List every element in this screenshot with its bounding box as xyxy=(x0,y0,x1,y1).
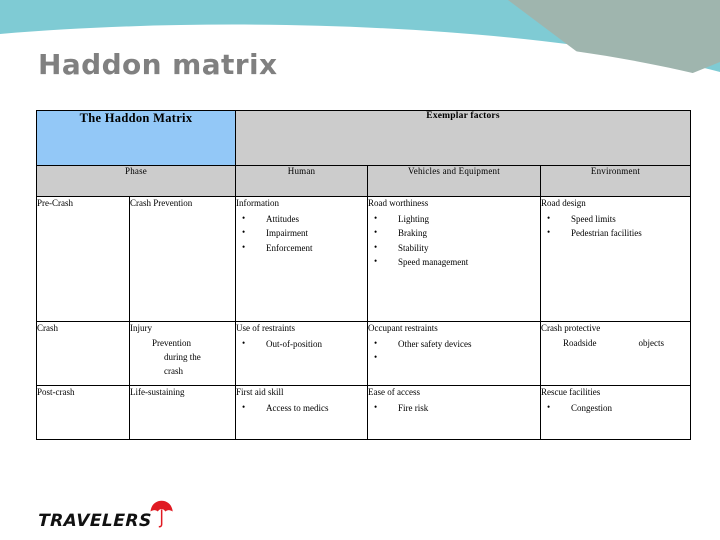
cell-heading: Use of restraints xyxy=(236,323,295,333)
cell-heading: Road design xyxy=(541,198,586,208)
environment-sub-right: objects xyxy=(638,337,665,348)
list-item: Out-of-position xyxy=(236,336,367,351)
phase-detail-label: Injury xyxy=(130,323,152,333)
list-item: Other safety devices xyxy=(368,336,540,351)
bullet-list: Fire risk xyxy=(368,400,540,415)
list-item: Pedestrian facilities xyxy=(541,225,690,240)
logo-wordmark: TRAVELERS xyxy=(37,511,153,531)
bullet-list: Congestion xyxy=(541,400,690,415)
red-umbrella-shape xyxy=(150,500,173,528)
red-umbrella-icon xyxy=(149,500,175,530)
phase-detail-label: Crash Prevention xyxy=(130,198,193,208)
bullet-list: Speed limits Pedestrian facilities xyxy=(541,211,690,241)
list-item-empty xyxy=(368,350,540,364)
phase-label: Pre-Crash xyxy=(37,198,73,208)
cell-phase-detail-post-crash: Life-sustaining xyxy=(129,385,236,440)
table-row: Post-crash Life-sustaining First aid ski… xyxy=(36,385,692,440)
list-item: Enforcement xyxy=(236,240,367,255)
page-title: Haddon matrix xyxy=(38,48,278,81)
column-header-environment: Environment xyxy=(539,165,692,197)
list-item: Access to medics xyxy=(236,400,367,415)
list-item: Impairment xyxy=(236,225,367,240)
table-row: Pre-Crash Crash Prevention Information A… xyxy=(36,196,692,322)
cell-vehicles-post-crash: Ease of access Fire risk xyxy=(367,385,541,440)
phase-detail-line: Prevention xyxy=(152,337,191,348)
phase-label: Post-crash xyxy=(37,387,75,397)
cell-phase-post-crash: Post-crash xyxy=(36,385,130,440)
cell-heading: First aid skill xyxy=(236,387,284,397)
cell-heading: Occupant restraints xyxy=(368,323,438,333)
bullet-list: Other safety devices xyxy=(368,336,540,365)
column-header-human: Human xyxy=(235,165,368,197)
list-item: Lighting xyxy=(368,211,540,226)
cell-heading: Crash protective xyxy=(541,323,601,333)
cell-human-post-crash: First aid skill Access to medics xyxy=(235,385,368,440)
environment-sub-left: Roadside xyxy=(563,337,597,348)
list-item: Stability xyxy=(368,240,540,255)
table-header-row-primary: The Haddon Matrix Exemplar factors xyxy=(36,110,692,166)
sage-wedge-shape xyxy=(508,0,720,96)
cell-environment-post-crash: Rescue facilities Congestion xyxy=(539,385,692,440)
phase-label: Crash xyxy=(37,323,58,333)
bullet-list: Out-of-position xyxy=(236,336,367,351)
environment-sub-line: Roadside objects xyxy=(541,337,690,351)
travelers-logo: TRAVELERS xyxy=(37,498,175,531)
list-item: Speed management xyxy=(368,254,540,269)
phase-detail-line: crash xyxy=(164,365,183,376)
bullet-list: Attitudes Impairment Enforcement xyxy=(236,211,367,255)
cell-heading: Road worthiness xyxy=(368,198,429,208)
cell-phase-crash: Crash xyxy=(36,321,130,386)
cell-human-crash: Use of restraints Out-of-position xyxy=(235,321,368,386)
bullet-list: Access to medics xyxy=(236,400,367,415)
cell-vehicles-pre-crash: Road worthiness Lighting Braking Stabili… xyxy=(367,196,541,322)
taupe-triangle-shape xyxy=(610,78,666,105)
cell-phase-detail-pre-crash: Crash Prevention xyxy=(129,196,236,322)
cell-phase-pre-crash: Pre-Crash xyxy=(36,196,130,322)
list-item: Fire risk xyxy=(368,400,540,415)
haddon-matrix-table: The Haddon Matrix Exemplar factors Phase… xyxy=(36,110,692,440)
column-header-phase: Phase xyxy=(36,165,236,197)
list-item: Attitudes xyxy=(236,211,367,226)
bullet-list: Lighting Braking Stability Speed managem… xyxy=(368,211,540,270)
exemplar-factors-header: Exemplar factors xyxy=(234,110,692,166)
cell-environment-crash: Crash protective Roadside objects xyxy=(539,321,692,386)
cell-heading: Information xyxy=(236,198,279,208)
cell-phase-detail-crash: Injury Prevention during the crash xyxy=(129,321,236,386)
cell-vehicles-crash: Occupant restraints Other safety devices xyxy=(367,321,541,386)
cell-heading: Rescue facilities xyxy=(541,387,601,397)
cell-human-pre-crash: Information Attitudes Impairment Enforce… xyxy=(235,196,368,322)
list-item: Braking xyxy=(368,225,540,240)
table-row: Crash Injury Prevention during the crash… xyxy=(36,321,692,386)
column-header-vehicles: Vehicles and Equipment xyxy=(367,165,541,197)
table-header-row-secondary: Phase Human Vehicles and Equipment Envir… xyxy=(36,165,692,197)
cell-heading: Ease of access xyxy=(368,387,420,397)
matrix-corner-title: The Haddon Matrix xyxy=(36,110,236,166)
cell-environment-pre-crash: Road design Speed limits Pedestrian faci… xyxy=(539,196,692,322)
phase-detail-label: Life-sustaining xyxy=(130,387,185,397)
list-item: Congestion xyxy=(541,400,690,415)
list-item: Speed limits xyxy=(541,211,690,226)
phase-detail-line: during the xyxy=(164,351,201,362)
